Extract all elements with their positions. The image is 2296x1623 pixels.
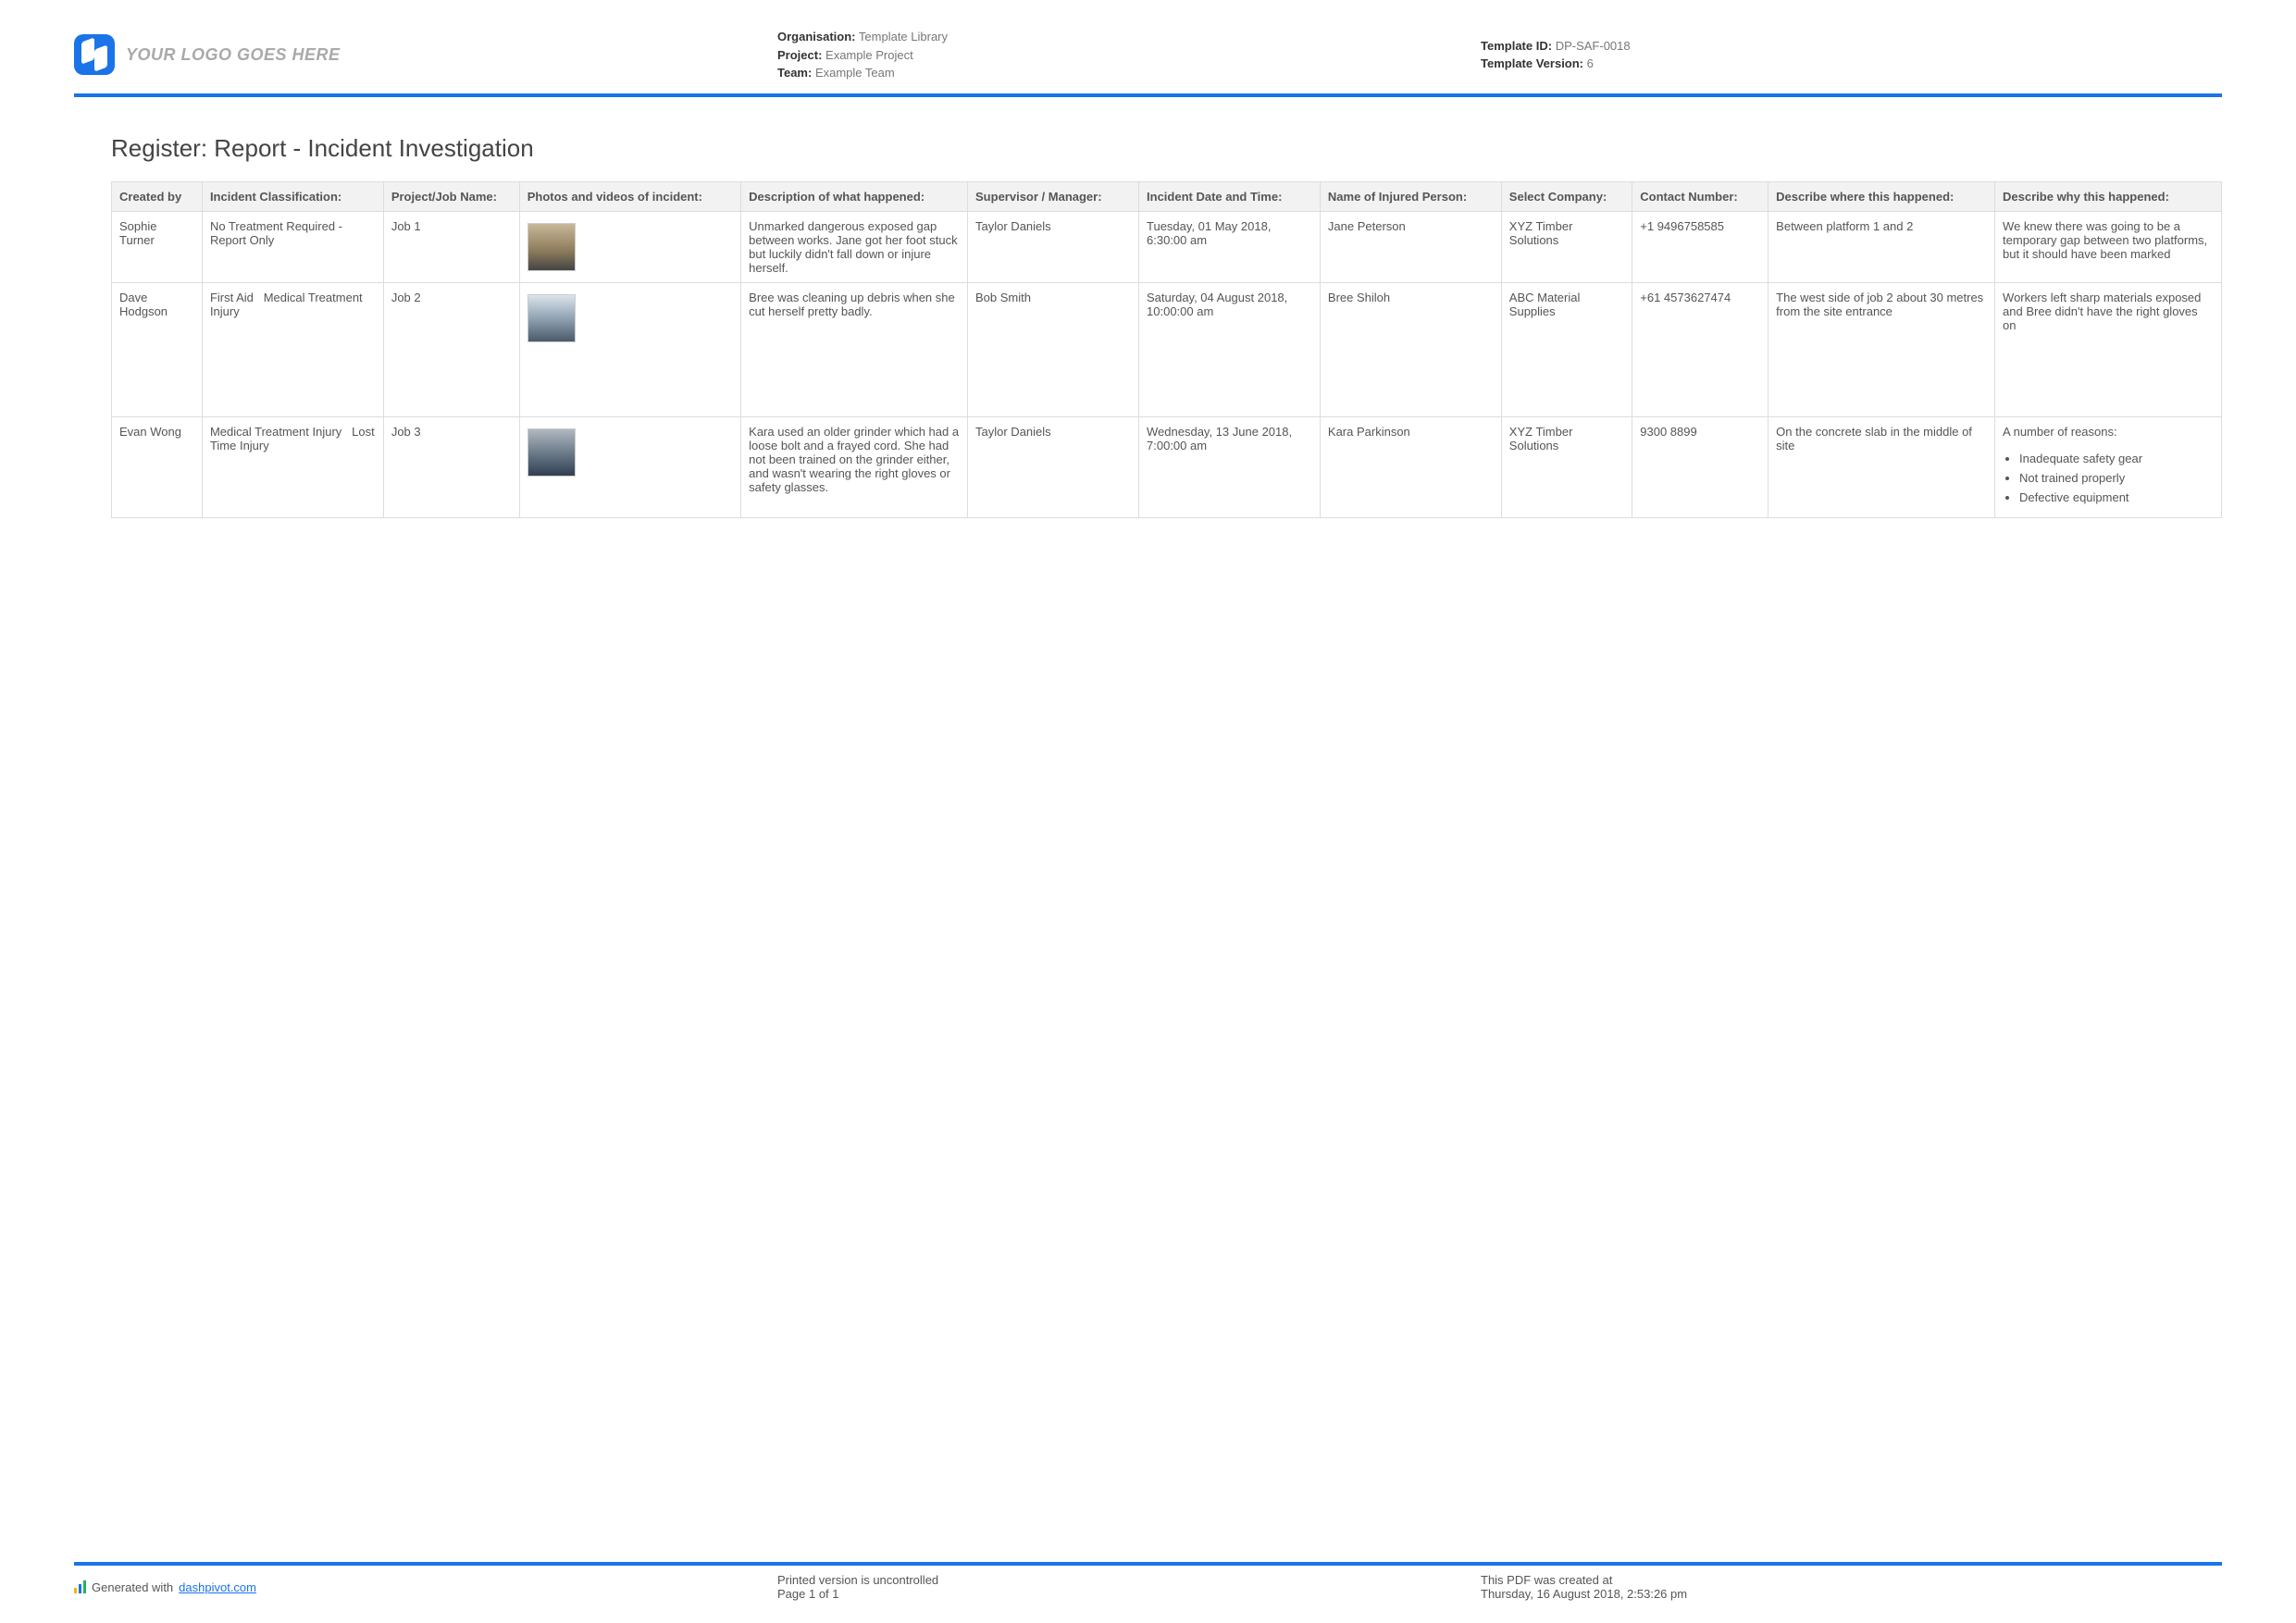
cell-why-text: A number of reasons:	[2003, 425, 2117, 439]
col-header-classification: Incident Classification:	[202, 181, 383, 211]
document-header: YOUR LOGO GOES HERE Organisation: Templa…	[74, 28, 2222, 90]
header-divider	[74, 93, 2222, 97]
dashpivot-link[interactable]: dashpivot.com	[179, 1580, 256, 1594]
cell-company: XYZ Timber Solutions	[1501, 211, 1632, 282]
col-header-injured: Name of Injured Person:	[1320, 181, 1501, 211]
template-id-value: DP-SAF-0018	[1556, 39, 1631, 53]
col-header-supervisor: Supervisor / Manager:	[968, 181, 1139, 211]
dashpivot-icon	[74, 1580, 86, 1593]
cell-supervisor: Bob Smith	[968, 282, 1139, 416]
col-header-job: Project/Job Name:	[383, 181, 519, 211]
cell-photos	[519, 282, 740, 416]
cell-contact: 9300 8899	[1632, 416, 1769, 517]
col-header-description: Description of what happened:	[741, 181, 968, 211]
photo-thumbnail	[527, 428, 576, 477]
list-item: Inadequate safety gear	[2019, 452, 2214, 465]
incident-register-table: Created by Incident Classification: Proj…	[111, 181, 2222, 518]
cell-contact: +1 9496758585	[1632, 211, 1769, 282]
table-header-row: Created by Incident Classification: Proj…	[112, 181, 2222, 211]
cell-contact: +61 4573627474	[1632, 282, 1769, 416]
cell-photos	[519, 211, 740, 282]
logo-block: YOUR LOGO GOES HERE	[74, 34, 777, 75]
cell-datetime: Wednesday, 13 June 2018, 7:00:00 am	[1139, 416, 1321, 517]
list-item: Not trained properly	[2019, 471, 2214, 485]
template-version-label: Template Version:	[1481, 56, 1583, 70]
cell-created-by: Sophie Turner	[112, 211, 203, 282]
table-row: Sophie Turner No Treatment Required - Re…	[112, 211, 2222, 282]
col-header-contact: Contact Number:	[1632, 181, 1769, 211]
col-header-created-by: Created by	[112, 181, 203, 211]
cell-where: The west side of job 2 about 30 metres f…	[1769, 282, 1995, 416]
cell-job: Job 2	[383, 282, 519, 416]
cell-created-by: Evan Wong	[112, 416, 203, 517]
page-title: Register: Report - Incident Investigatio…	[111, 134, 2222, 163]
cell-description: Unmarked dangerous exposed gap between w…	[741, 211, 968, 282]
cell-datetime: Saturday, 04 August 2018, 10:00:00 am	[1139, 282, 1321, 416]
footer-right: This PDF was created at Thursday, 16 Aug…	[1481, 1573, 2222, 1601]
uncontrolled-notice: Printed version is uncontrolled	[777, 1573, 1481, 1587]
cell-where: Between platform 1 and 2	[1769, 211, 1995, 282]
cell-injured: Kara Parkinson	[1320, 416, 1501, 517]
cell-company: XYZ Timber Solutions	[1501, 416, 1632, 517]
header-meta-center: Organisation: Template Library Project: …	[777, 28, 1481, 82]
cell-created-by: Dave Hodgson	[112, 282, 203, 416]
template-version-value: 6	[1587, 56, 1594, 70]
photo-thumbnail	[527, 223, 576, 271]
organisation-label: Organisation:	[777, 30, 856, 43]
team-value: Example Team	[815, 66, 895, 80]
cell-why: We knew there was going to be a temporar…	[1995, 211, 2222, 282]
template-id-label: Template ID:	[1481, 39, 1552, 53]
footer-left: Generated with dashpivot.com	[74, 1573, 777, 1601]
col-header-where: Describe where this happened:	[1769, 181, 1995, 211]
cell-classification: No Treatment Required - Report Only	[202, 211, 383, 282]
header-meta-right: Template ID: DP-SAF-0018 Template Versio…	[1481, 37, 2184, 73]
photo-thumbnail	[527, 294, 576, 342]
col-header-company: Select Company:	[1501, 181, 1632, 211]
footer-middle: Printed version is uncontrolled Page 1 o…	[777, 1573, 1481, 1601]
cell-supervisor: Taylor Daniels	[968, 211, 1139, 282]
logo-icon	[74, 34, 115, 75]
footer-divider	[74, 1562, 2222, 1566]
cell-datetime: Tuesday, 01 May 2018, 6:30:00 am	[1139, 211, 1321, 282]
document-footer: Generated with dashpivot.com Printed ver…	[74, 1562, 2222, 1601]
cell-job: Job 3	[383, 416, 519, 517]
cell-injured: Bree Shiloh	[1320, 282, 1501, 416]
project-value: Example Project	[825, 48, 913, 62]
cell-photos	[519, 416, 740, 517]
generated-with-text: Generated with	[92, 1580, 173, 1594]
table-row: Evan Wong Medical Treatment Injury Lost …	[112, 416, 2222, 517]
col-header-datetime: Incident Date and Time:	[1139, 181, 1321, 211]
col-header-why: Describe why this happened:	[1995, 181, 2222, 211]
project-label: Project:	[777, 48, 822, 62]
col-header-photos: Photos and videos of incident:	[519, 181, 740, 211]
cell-injured: Jane Peterson	[1320, 211, 1501, 282]
table-row: Dave Hodgson First Aid Medical Treatment…	[112, 282, 2222, 416]
cell-company: ABC Material Supplies	[1501, 282, 1632, 416]
cell-classification: Medical Treatment Injury Lost Time Injur…	[202, 416, 383, 517]
team-label: Team:	[777, 66, 812, 80]
why-reasons-list: Inadequate safety gear Not trained prope…	[2019, 452, 2214, 504]
cell-supervisor: Taylor Daniels	[968, 416, 1139, 517]
cell-why: A number of reasons: Inadequate safety g…	[1995, 416, 2222, 517]
cell-where: On the concrete slab in the middle of si…	[1769, 416, 1995, 517]
logo-placeholder-text: YOUR LOGO GOES HERE	[126, 45, 341, 65]
cell-classification: First Aid Medical Treatment Injury	[202, 282, 383, 416]
cell-description: Kara used an older grinder which had a l…	[741, 416, 968, 517]
list-item: Defective equipment	[2019, 490, 2214, 504]
organisation-value: Template Library	[859, 30, 948, 43]
pdf-created-label: This PDF was created at	[1481, 1573, 2222, 1587]
page-indicator: Page 1 of 1	[777, 1587, 1481, 1601]
pdf-created-timestamp: Thursday, 16 August 2018, 2:53:26 pm	[1481, 1587, 2222, 1601]
cell-job: Job 1	[383, 211, 519, 282]
cell-why: Workers left sharp materials exposed and…	[1995, 282, 2222, 416]
cell-description: Bree was cleaning up debris when she cut…	[741, 282, 968, 416]
